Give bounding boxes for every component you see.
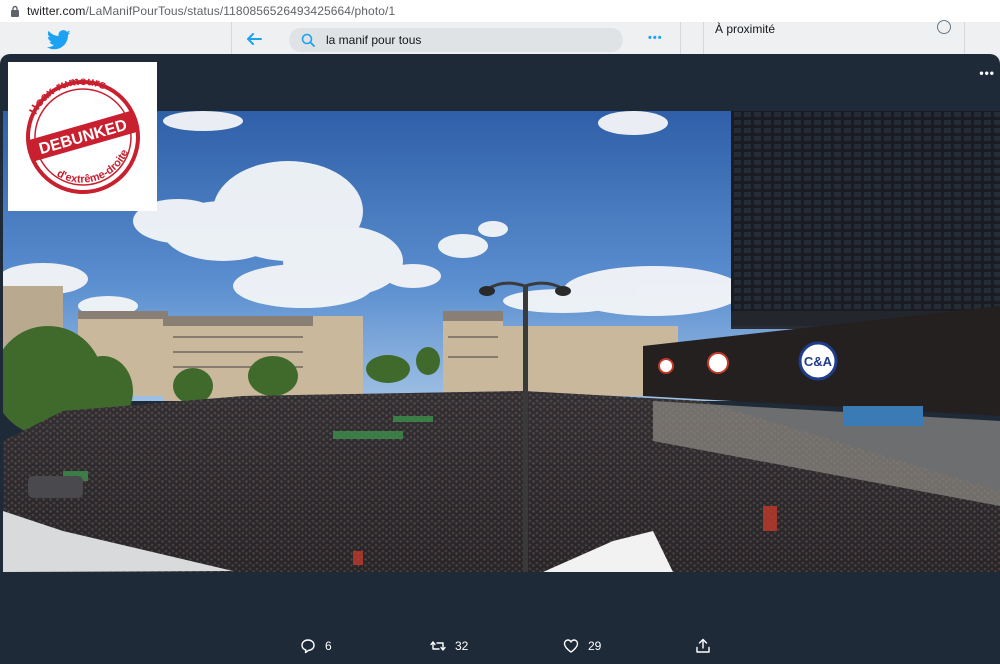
reply-icon: [301, 639, 315, 654]
back-arrow-icon[interactable]: [245, 30, 263, 48]
share-icon: [696, 638, 710, 653]
tweet-actions: 6 32 29: [0, 630, 1000, 664]
retweet-button[interactable]: 32: [430, 638, 468, 654]
column-divider: [231, 22, 232, 56]
share-button[interactable]: [695, 638, 720, 654]
store-sign: C&A: [804, 354, 833, 369]
media-more-button[interactable]: •••: [979, 66, 995, 80]
stamp-graphic: Hoax-rumeurs d'extrême-droite DEBUNKED: [20, 65, 140, 194]
search-input[interactable]: la manif pour tous: [289, 28, 623, 52]
retweet-icon: [430, 641, 446, 651]
search-more-button[interactable]: •••: [648, 32, 663, 44]
url-path: /LaManifPourTous/status/1180856526493425…: [85, 4, 396, 18]
reply-count: 6: [325, 639, 332, 653]
reply-button[interactable]: 6: [300, 638, 332, 654]
address-bar[interactable]: twitter.com/LaManifPourTous/status/11808…: [0, 0, 1000, 23]
nearby-option-label[interactable]: À proximité: [715, 22, 775, 36]
search-icon: [301, 33, 315, 47]
lock-icon: [11, 5, 19, 17]
debunked-stamp: Hoax-rumeurs d'extrême-droite DEBUNKED: [8, 62, 157, 211]
retweet-count: 32: [455, 639, 469, 653]
column-divider: [680, 22, 681, 56]
url-text[interactable]: twitter.com/LaManifPourTous/status/11808…: [27, 4, 395, 18]
url-host: twitter.com: [27, 4, 86, 18]
like-button[interactable]: 29: [563, 638, 601, 654]
heart-icon: [563, 639, 579, 653]
column-divider: [964, 22, 965, 56]
column-divider: [703, 22, 704, 56]
search-value: la manif pour tous: [326, 33, 422, 47]
like-count: 29: [588, 639, 602, 653]
twitter-bird-icon[interactable]: [47, 30, 71, 50]
nearby-radio[interactable]: [937, 20, 951, 34]
